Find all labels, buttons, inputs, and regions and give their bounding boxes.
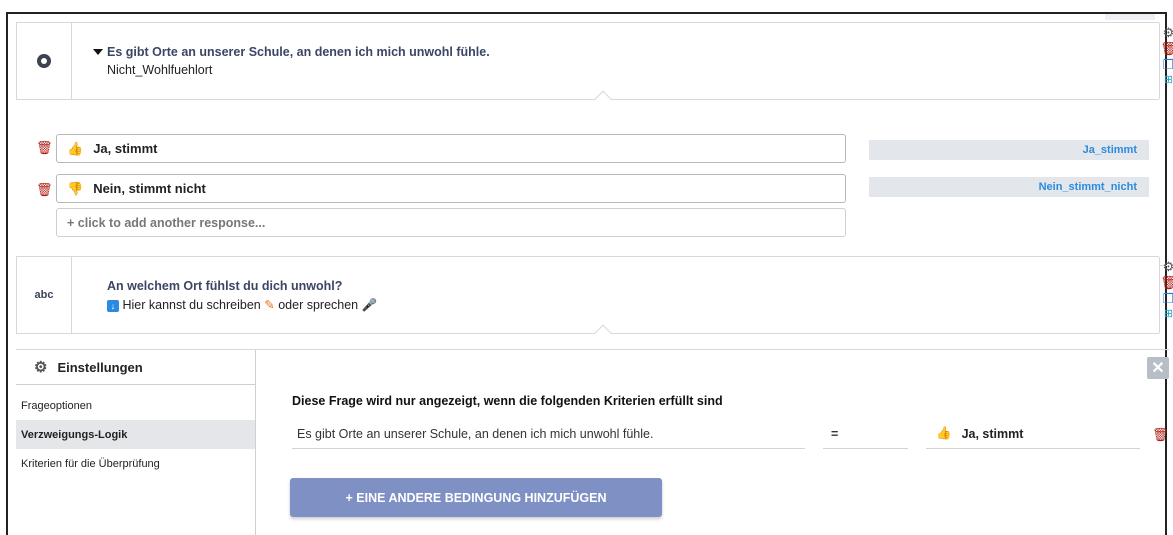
collapse-caret-icon[interactable] (93, 49, 103, 55)
thumbs-down-icon: 👎 (67, 180, 84, 196)
condition-value-select[interactable]: 👍 Ja, stimmt (926, 419, 1140, 449)
question-actions: ⚙ 🗑 ❐ ⊞ (1159, 257, 1173, 333)
gear-icon[interactable]: ⚙ (1162, 25, 1173, 40)
condition-question-select[interactable]: Es gibt Orte an unserer Schule, an denen… (292, 419, 805, 449)
settings-title: Einstellungen (57, 359, 143, 375)
trash-icon[interactable]: 🗑 (1152, 427, 1169, 443)
download-icon: ↓ (107, 300, 119, 312)
thumbs-up-icon: 👍 (936, 426, 952, 440)
response-label: Nein, stimmt nicht (93, 181, 206, 196)
response-label: Ja, stimmt (93, 141, 158, 156)
settings-header: ⚙ Einstellungen (16, 350, 255, 385)
top-right-tab (1105, 14, 1155, 20)
settings-panel: ⚙ Einstellungen Frageoptionen Verzweigun… (16, 349, 1169, 535)
response-code[interactable]: Nein_stimmt_nicht (869, 177, 1149, 197)
radio-icon (37, 54, 51, 68)
microphone-icon: 🎤 (361, 298, 378, 312)
question-variable-name[interactable]: Nicht_Wohlfuehlort (107, 63, 490, 77)
close-icon[interactable]: ✕ (1147, 357, 1169, 379)
panel-notch (594, 324, 612, 342)
gear-icon[interactable]: ⚙ (1162, 259, 1173, 274)
question-type-cell (17, 23, 72, 99)
settings-menu-frageoptionen[interactable]: Frageoptionen (16, 391, 255, 420)
question-title[interactable]: An welchem Ort fühlst du dich unwohl? (107, 279, 377, 293)
condition-operator-select[interactable]: = (823, 419, 908, 449)
question-row-1[interactable]: Es gibt Orte an unserer Schule, an denen… (16, 22, 1173, 108)
question-actions: ⚙ 🗑 ❐ ⊞ (1159, 23, 1173, 99)
logic-heading: Diese Frage wird nur angezeigt, wenn die… (292, 394, 723, 408)
settings-menu-verzweigungs-logik[interactable]: Verzweigungs-Logik (16, 420, 255, 449)
question-type-cell: abc (17, 257, 72, 333)
pencil-icon: ✎ (264, 298, 275, 312)
gear-icon: ⚙ (34, 359, 48, 376)
settings-sidebar: ⚙ Einstellungen Frageoptionen Verzweigun… (16, 350, 256, 535)
add-response-input[interactable]: + click to add another response... (56, 208, 846, 237)
copy-icon[interactable]: ❐ (1162, 291, 1173, 306)
add-condition-button[interactable]: + EINE ANDERE BEDINGUNG HINZUFÜGEN (290, 478, 662, 517)
hint-text-write: Hier kannst du schreiben (122, 298, 261, 312)
question-row-2[interactable]: abc An welchem Ort fühlst du dich unwohl… (16, 256, 1173, 342)
response-option-2[interactable]: 👎 Nein, stimmt nicht (56, 174, 846, 203)
thumbs-up-icon: 👍 (67, 140, 84, 156)
survey-editor-frame: Es gibt Orte an unserer Schule, an denen… (6, 12, 1173, 535)
question-text-block[interactable]: Es gibt Orte an unserer Schule, an denen… (107, 45, 490, 77)
responses-panel: 🗑 👍 Ja, stimmt Ja_stimmt 🗑 👎 Nein, stimm… (16, 114, 1167, 266)
trash-icon[interactable]: 🗑 (1160, 275, 1173, 290)
folder-add-icon[interactable]: ⊞ (1162, 73, 1173, 88)
response-option-1[interactable]: 👍 Ja, stimmt (56, 134, 846, 163)
question-hint[interactable]: ↓ Hier kannst du schreiben ✎ oder sprech… (107, 297, 377, 313)
copy-icon[interactable]: ❐ (1162, 57, 1173, 72)
question-title[interactable]: Es gibt Orte an unserer Schule, an denen… (107, 45, 490, 59)
panel-notch (594, 90, 612, 108)
hint-text-speak: oder sprechen (278, 298, 359, 312)
folder-add-icon[interactable]: ⊞ (1162, 307, 1173, 322)
text-type-icon: abc (34, 289, 54, 301)
settings-menu-kriterien[interactable]: Kriterien für die Überprüfung (16, 449, 255, 478)
condition-value-label: Ja, stimmt (961, 426, 1024, 441)
response-code[interactable]: Ja_stimmt (869, 140, 1149, 160)
question-text-block[interactable]: An welchem Ort fühlst du dich unwohl? ↓ … (107, 279, 377, 313)
trash-icon[interactable]: 🗑 (36, 140, 53, 156)
trash-icon[interactable]: 🗑 (36, 182, 53, 198)
trash-icon[interactable]: 🗑 (1160, 41, 1173, 56)
